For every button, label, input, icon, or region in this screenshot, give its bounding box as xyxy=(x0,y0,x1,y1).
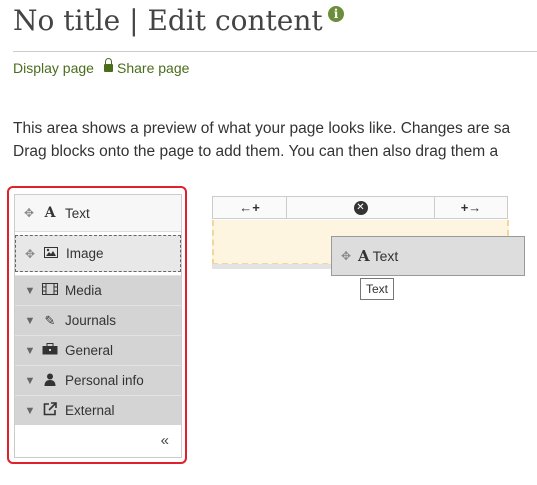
add-column-right-button[interactable]: +→ xyxy=(435,197,507,218)
chevron-down-icon: ▼ xyxy=(24,374,36,387)
briefcase-icon xyxy=(41,343,59,358)
chevron-down-icon: ▼ xyxy=(24,344,36,357)
category-personal-info[interactable]: ▼ Personal info xyxy=(15,365,181,395)
lock-icon xyxy=(104,58,113,72)
dragged-block-label: Text xyxy=(372,248,399,264)
category-personal-info-label: Personal info xyxy=(65,373,144,388)
category-journals[interactable]: ▼ ✎ Journals xyxy=(15,305,181,335)
category-general[interactable]: ▼ General xyxy=(15,335,181,365)
collapse-sidebar-button[interactable]: « xyxy=(161,432,169,449)
tooltip: Text xyxy=(360,278,395,300)
dragged-text-block[interactable]: ✥ A Text xyxy=(331,236,525,276)
title-divider xyxy=(13,51,537,52)
block-text-label: Text xyxy=(65,205,90,221)
category-journals-label: Journals xyxy=(65,313,117,328)
chevron-down-icon: ▼ xyxy=(24,314,36,327)
block-sidebar: ✥ A Text ✥ Image ▼ Media ▼ ✎ Journals ▼ … xyxy=(14,194,182,458)
share-page-link[interactable]: Share page xyxy=(104,58,190,76)
film-icon xyxy=(41,283,59,298)
column-toolbar: ←+ ✕ +→ xyxy=(212,196,508,219)
text-icon: A xyxy=(358,247,370,265)
description-line-2: Drag blocks onto the page to add them. Y… xyxy=(13,143,499,160)
description-line-1: This area shows a preview of what your p… xyxy=(13,120,511,137)
remove-column-button[interactable]: ✕ xyxy=(287,197,435,218)
move-icon[interactable]: ✥ xyxy=(23,247,37,261)
pencil-icon: ✎ xyxy=(44,312,56,328)
share-page-label: Share page xyxy=(117,60,190,76)
block-image-label: Image xyxy=(66,246,104,261)
category-media-label: Media xyxy=(65,283,102,298)
chevron-down-icon: ▼ xyxy=(24,284,36,297)
category-general-label: General xyxy=(65,343,114,358)
chevron-down-icon: ▼ xyxy=(24,404,36,417)
person-icon xyxy=(41,373,59,389)
category-external[interactable]: ▼ External xyxy=(15,395,181,425)
page-title: No title | Edit content xyxy=(13,4,323,37)
move-icon[interactable]: ✥ xyxy=(22,206,36,220)
category-external-label: External xyxy=(65,403,115,418)
external-link-icon xyxy=(41,402,59,419)
move-icon[interactable]: ✥ xyxy=(339,249,353,263)
block-text[interactable]: ✥ A Text xyxy=(15,195,181,232)
category-media[interactable]: ▼ Media xyxy=(15,275,181,305)
display-page-link[interactable]: Display page xyxy=(13,60,94,76)
image-icon xyxy=(42,246,60,261)
close-icon: ✕ xyxy=(353,200,368,215)
text-icon: A xyxy=(44,205,56,221)
info-icon[interactable]: i xyxy=(328,6,344,22)
add-column-left-button[interactable]: ←+ xyxy=(213,197,287,218)
block-image[interactable]: ✥ Image xyxy=(15,235,181,272)
